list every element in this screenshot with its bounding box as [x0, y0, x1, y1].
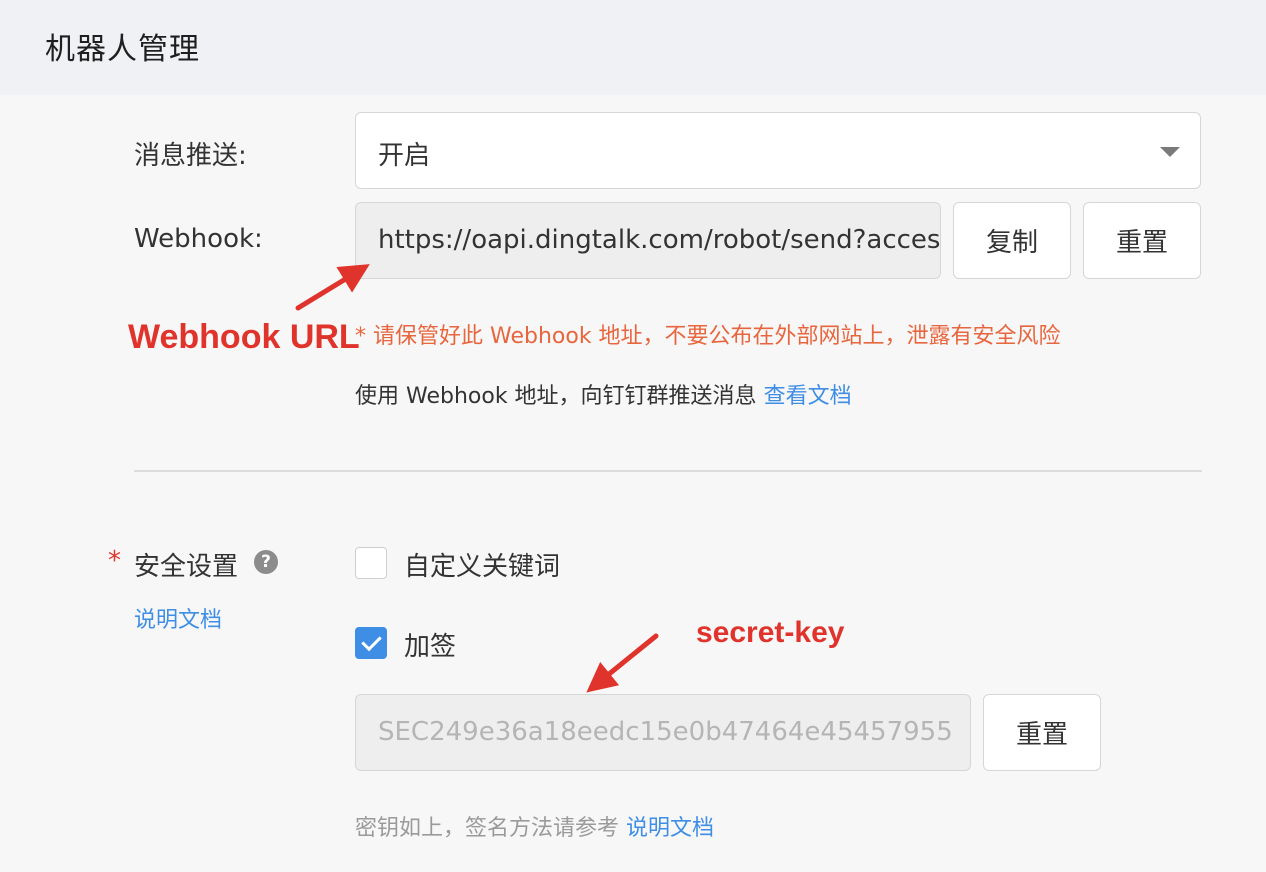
annotation-arrows: [295, 264, 659, 693]
webhook-arrow-icon: [295, 264, 370, 311]
secret-arrow-icon: [586, 633, 659, 693]
